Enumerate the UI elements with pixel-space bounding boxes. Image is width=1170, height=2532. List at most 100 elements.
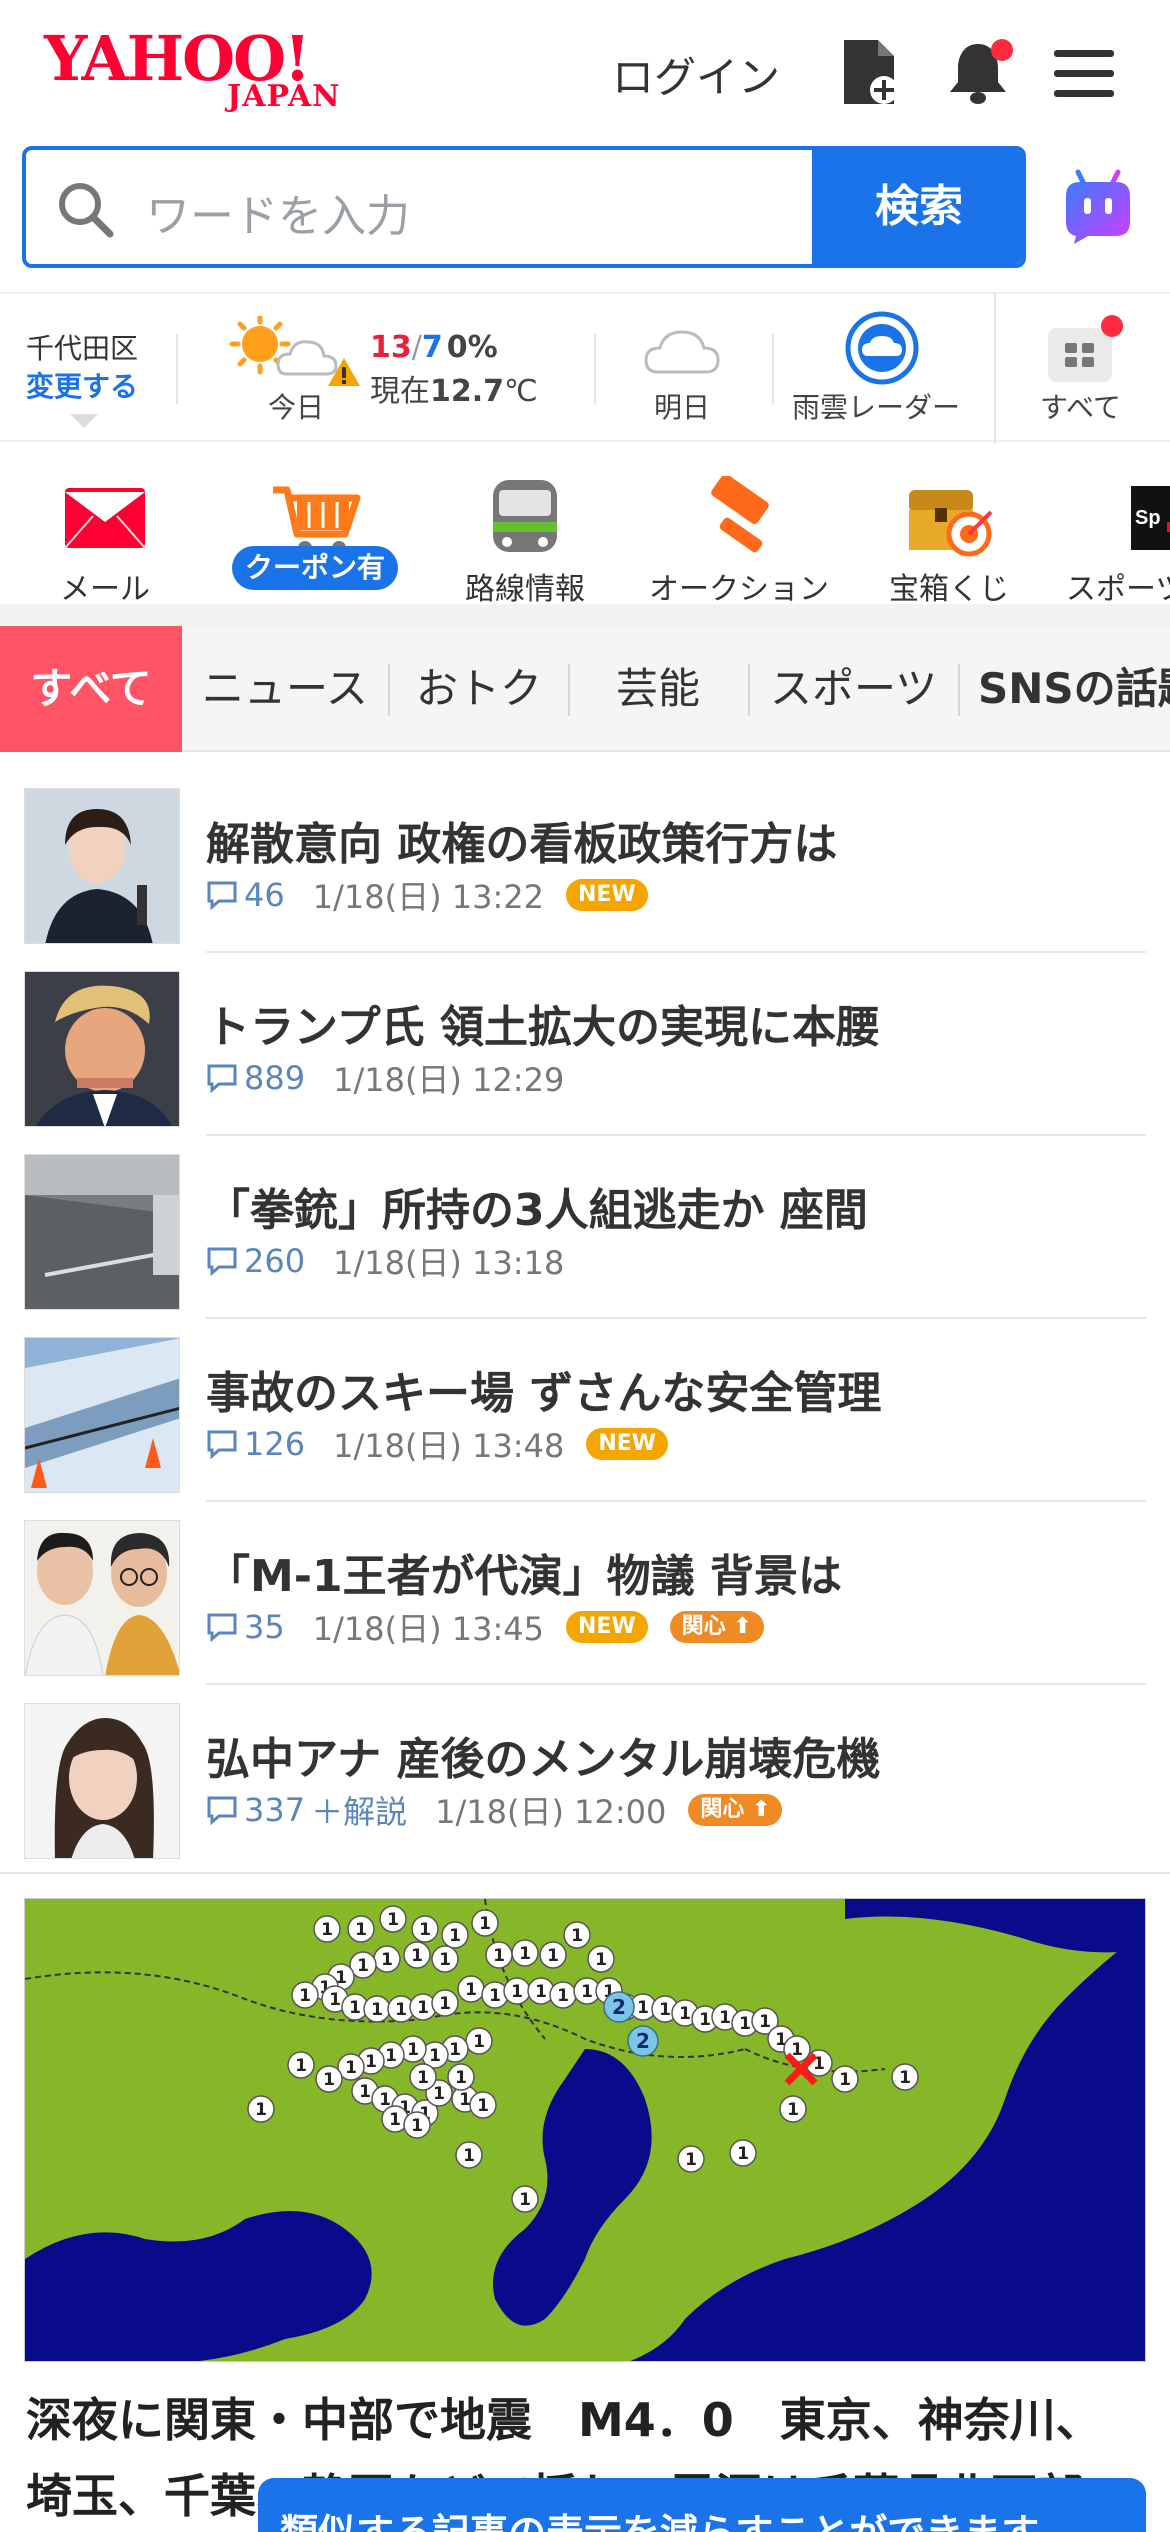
search-bar: ワードを入力 検索 xyxy=(22,146,1026,268)
news-title[interactable]: 解散意向 政権の看板政策行方は xyxy=(206,808,837,872)
intensity-label: 1 xyxy=(371,2000,383,2020)
news-title[interactable]: 「M-1王者が代演」物議 背景は xyxy=(206,1540,842,1604)
intensity-label: 1 xyxy=(323,2070,335,2090)
service-label: メール xyxy=(60,572,150,607)
yahoo-logo[interactable]: YAHOO! JAPAN xyxy=(44,28,364,118)
search-input[interactable]: ワードを入力 xyxy=(26,150,812,264)
intensity-label: 1 xyxy=(449,1926,461,1946)
service-sports[interactable]: Sp スポーツ xyxy=(1066,462,1170,607)
divider xyxy=(594,334,596,404)
comment-count: 889 xyxy=(244,1059,306,1097)
location-block[interactable]: 千代田区 変更する xyxy=(26,330,138,406)
arrow-up-icon: ⬆ xyxy=(733,1614,752,1639)
news-meta: 337 ＋解説 1/18(日) 12:00 関心 ⬆ xyxy=(206,1787,783,1833)
news-thumbnail xyxy=(24,971,180,1127)
intensity-label: 1 xyxy=(359,2082,371,2102)
weather-bar: 千代田区 変更する 今日 13/7 0% 現在12.7℃ 明日 雨雲レーダー す… xyxy=(0,292,1170,444)
intensity-label: 1 xyxy=(535,1982,547,2002)
news-item[interactable]: 弘中アナ 産後のメンタル崩壊危機 337 ＋解説 1/18(日) 12:00 関… xyxy=(0,1685,1170,1868)
tab-divider xyxy=(958,664,960,716)
precip: 0% xyxy=(446,330,498,365)
temp-unit: ℃ xyxy=(504,374,538,409)
yahoo-japan-home: YAHOO! JAPAN ログイン ワードを入力 検索 千代田区 変更する 今日… xyxy=(0,0,1170,2532)
news-thumbnail xyxy=(24,1703,180,1859)
commentary-link[interactable]: ＋解説 xyxy=(311,1787,407,1833)
intensity-label: 1 xyxy=(385,2046,397,2066)
intensity-label: 1 xyxy=(699,2010,711,2030)
logo-sub-text: JAPAN xyxy=(227,79,341,114)
login-link[interactable]: ログイン xyxy=(612,44,780,105)
change-location-link[interactable]: 変更する xyxy=(26,368,138,406)
tab-sns[interactable]: SNSの話題 xyxy=(978,626,1170,752)
service-mail[interactable]: メール xyxy=(50,462,160,607)
intensity-label: 1 xyxy=(349,1998,361,2018)
comment-icon xyxy=(207,1247,237,1276)
intensity-label: 1 xyxy=(737,2144,749,2164)
service-treasure[interactable]: 宝箱くじ xyxy=(884,462,1014,607)
news-meta: 46 1/18(日) 13:22 NEW xyxy=(206,872,648,918)
news-item[interactable]: 「拳銃」所持の3人組逃走か 座間 260 1/18(日) 13:18 xyxy=(0,1136,1170,1319)
news-meta: 35 1/18(日) 13:45 NEW 関心 ⬆ xyxy=(206,1604,764,1650)
intensity-label: 1 xyxy=(255,2100,267,2120)
news-title[interactable]: 事故のスキー場 ずさんな安全管理 xyxy=(206,1357,881,1421)
service-label: スポーツ xyxy=(1066,572,1170,607)
add-document-icon[interactable] xyxy=(838,36,902,108)
news-time: 1/18(日) 13:45 xyxy=(312,1610,544,1648)
rain-radar-label: 雨雲レーダー xyxy=(792,391,961,424)
menu-icon[interactable] xyxy=(1052,46,1116,118)
feedback-toast[interactable]: 類似する記事の表示を減らすことができます xyxy=(258,2478,1146,2532)
earthquake-map-image[interactable]: 1111111111111111111111111111111111111111… xyxy=(24,1898,1146,2362)
tab-sports[interactable]: スポーツ xyxy=(770,626,937,752)
intensity-label: 1 xyxy=(839,2070,851,2090)
intensity-label: 1 xyxy=(557,1986,569,2006)
intensity-label: 1 xyxy=(321,1920,333,1940)
tab-entertainment[interactable]: 芸能 xyxy=(616,626,700,752)
rain-radar-icon xyxy=(845,311,919,385)
service-label: 路線情報 xyxy=(465,572,585,607)
news-title[interactable]: 弘中アナ 産後のメンタル崩壊危機 xyxy=(206,1723,880,1787)
section-spacer xyxy=(0,604,1170,626)
comment-icon xyxy=(207,1430,237,1459)
intensity-label: 1 xyxy=(459,2090,471,2110)
intensity-label: 1 xyxy=(365,2052,377,2072)
coupon-badge[interactable]: クーポン有 xyxy=(232,546,398,590)
news-time: 1/18(日) 12:00 xyxy=(435,1793,667,1831)
tab-divider xyxy=(748,664,750,716)
all-label: すべて xyxy=(1040,391,1121,424)
temp-slash: / xyxy=(411,330,422,365)
tab-news[interactable]: ニュース xyxy=(202,626,368,752)
service-auction[interactable]: オークション xyxy=(644,462,834,607)
intensity-label: 1 xyxy=(395,2000,407,2020)
search-button[interactable]: 検索 xyxy=(812,150,1022,264)
interest-badge: 関心 ⬆ xyxy=(688,1794,783,1826)
comment-count: 260 xyxy=(244,1242,306,1280)
intensity-label: 1 xyxy=(685,2150,697,2170)
divider xyxy=(772,334,774,404)
news-item[interactable]: 事故のスキー場 ずさんな安全管理 126 1/18(日) 13:48 NEW xyxy=(0,1319,1170,1502)
intensity-label: 1 xyxy=(465,1980,477,2000)
comment-icon xyxy=(207,1613,237,1642)
temp-range: 13/7 0% xyxy=(370,330,498,365)
tab-all[interactable]: すべて xyxy=(0,626,182,752)
intensity-label: 1 xyxy=(679,2004,691,2024)
grid-icon xyxy=(1048,315,1123,382)
intensity-label: 1 xyxy=(463,2146,475,2166)
intensity-label: 1 xyxy=(381,1950,393,1970)
news-thumbnail xyxy=(24,1154,180,1310)
service-label: オークション xyxy=(649,572,829,607)
bell-icon[interactable] xyxy=(944,36,1013,108)
intensity-label: 2 xyxy=(612,1995,626,2019)
ai-assistant-icon[interactable] xyxy=(1058,166,1138,246)
divider xyxy=(994,294,996,444)
news-item[interactable]: トランプ氏 領土拡大の実現に本腰 889 1/18(日) 12:29 xyxy=(0,953,1170,1136)
news-title[interactable]: トランプ氏 領土拡大の実現に本腰 xyxy=(206,991,880,1055)
intensity-label: 1 xyxy=(389,2110,401,2130)
intensity-label: 1 xyxy=(295,2056,307,2076)
tab-deals[interactable]: おトク xyxy=(416,626,542,752)
news-item[interactable]: 解散意向 政権の看板政策行方は 46 1/18(日) 13:22 NEW xyxy=(0,770,1170,953)
service-transit[interactable]: 路線情報 xyxy=(460,462,590,607)
current-temp: 現在12.7℃ xyxy=(370,366,538,410)
news-title[interactable]: 「拳銃」所持の3人組逃走か 座間 xyxy=(206,1174,868,1238)
news-item[interactable]: 「M-1王者が代演」物議 背景は 35 1/18(日) 13:45 NEW 関心… xyxy=(0,1502,1170,1685)
comment-count: 337 xyxy=(244,1791,306,1829)
